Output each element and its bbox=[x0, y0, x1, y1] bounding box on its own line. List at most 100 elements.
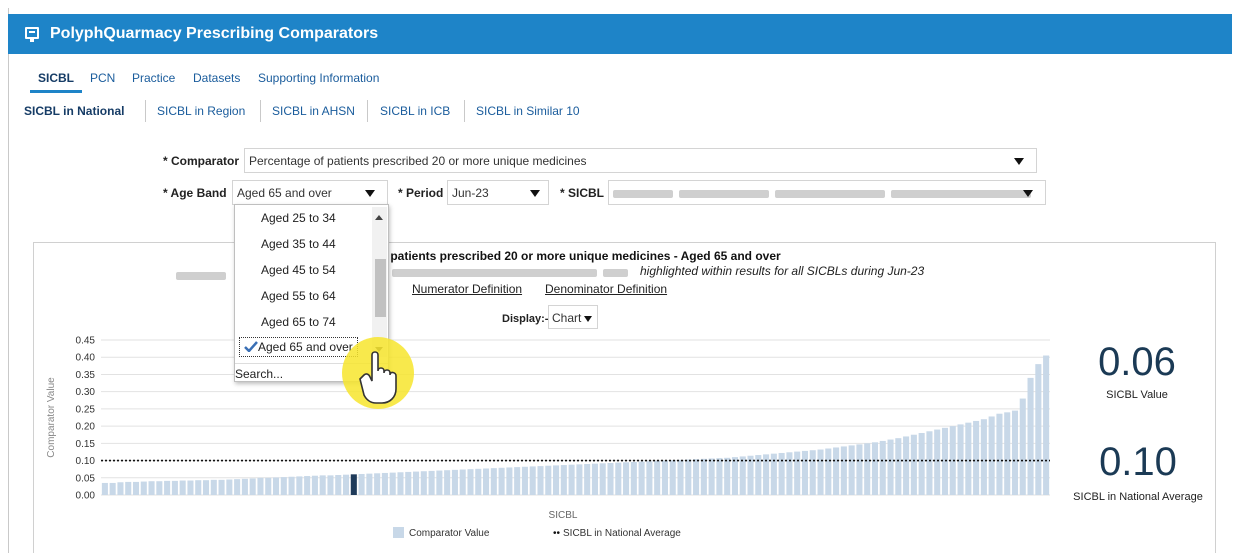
bar bbox=[428, 470, 435, 495]
bar bbox=[973, 420, 980, 495]
denominator-definition-link[interactable]: Denominator Definition bbox=[545, 282, 667, 296]
tab-practice[interactable]: Practice bbox=[132, 71, 175, 85]
bar bbox=[132, 481, 140, 495]
bar bbox=[988, 416, 995, 495]
comparator-bar-chart: 0.00 0.05 0.10 0.15 0.20 0.25 0.30 0.35 0.40 0.45… bbox=[46, 336, 1050, 539]
active-tab-indicator bbox=[30, 90, 82, 93]
tab-pcn[interactable]: PCN bbox=[90, 71, 115, 85]
y-tick-label: 0.00 bbox=[76, 491, 96, 502]
y-tick-label: 0.40 bbox=[76, 353, 96, 364]
bar bbox=[1027, 377, 1034, 495]
bar bbox=[910, 434, 917, 495]
bar bbox=[677, 459, 684, 495]
bar bbox=[739, 456, 746, 495]
bar bbox=[864, 443, 871, 495]
presentation-icon bbox=[25, 27, 39, 42]
bar bbox=[202, 480, 210, 495]
bar bbox=[560, 465, 567, 495]
bar bbox=[304, 476, 311, 495]
bar bbox=[630, 461, 637, 495]
display-label: Display:- bbox=[502, 313, 549, 325]
divider bbox=[260, 100, 261, 122]
bar bbox=[599, 463, 606, 495]
bar bbox=[265, 477, 272, 495]
subtab-sicbl-in-ahsn[interactable]: SICBL in AHSN bbox=[272, 104, 355, 118]
bar bbox=[389, 472, 396, 495]
bar bbox=[918, 433, 925, 495]
bar bbox=[374, 473, 381, 495]
sicbl-label: * SICBL bbox=[560, 186, 605, 200]
legend-swatch-line: •• bbox=[553, 528, 561, 539]
tab-sicbl[interactable]: SICBL bbox=[38, 71, 74, 85]
age-band-option[interactable]: Aged 25 to 34 bbox=[261, 211, 336, 225]
bar bbox=[272, 477, 280, 495]
legend-label: SICBL in National Average bbox=[563, 528, 681, 539]
app-header: PolyphQuarmacy Prescribing Comparators bbox=[8, 14, 1232, 54]
age-band-option[interactable]: Aged 65 to 74 bbox=[261, 315, 336, 329]
subtab-sicbl-in-region[interactable]: SICBL in Region bbox=[157, 104, 245, 118]
bar bbox=[288, 476, 295, 495]
bar bbox=[553, 465, 560, 495]
bar bbox=[358, 473, 365, 495]
age-band-option[interactable]: Aged 35 to 44 bbox=[261, 237, 336, 251]
bar bbox=[669, 460, 676, 495]
age-band-option[interactable]: Aged 55 to 64 bbox=[261, 289, 336, 303]
bar bbox=[444, 470, 451, 495]
bar bbox=[794, 451, 801, 495]
scroll-up-icon[interactable] bbox=[375, 215, 383, 220]
bar bbox=[506, 467, 513, 495]
bar bbox=[778, 452, 785, 495]
bar bbox=[825, 448, 832, 495]
bar bbox=[871, 442, 879, 495]
bar bbox=[576, 464, 583, 495]
bar bbox=[786, 452, 793, 495]
sicbl-select[interactable] bbox=[608, 180, 1046, 205]
age-band-option[interactable]: Aged 45 to 54 bbox=[261, 263, 336, 277]
bar bbox=[568, 464, 575, 495]
subtab-sicbl-in-similar-10[interactable]: SICBL in Similar 10 bbox=[476, 104, 580, 118]
display-select[interactable]: Chart bbox=[548, 305, 598, 329]
period-select[interactable]: Jun-23 bbox=[447, 180, 549, 205]
bar bbox=[724, 457, 731, 495]
bar bbox=[817, 449, 824, 495]
bar bbox=[654, 460, 661, 495]
comparator-value: Percentage of patients prescribed 20 or … bbox=[249, 154, 587, 168]
bar bbox=[903, 436, 910, 495]
bar bbox=[451, 469, 458, 495]
bar bbox=[210, 479, 217, 495]
bar bbox=[693, 459, 700, 495]
numerator-definition-link[interactable]: Numerator Definition bbox=[412, 282, 522, 296]
app-title: PolyphQuarmacy Prescribing Comparators bbox=[50, 25, 379, 42]
subtab-sicbl-in-national[interactable]: SICBL in National bbox=[24, 104, 124, 118]
bar bbox=[708, 458, 715, 495]
highlighted-bar bbox=[350, 474, 357, 495]
bar bbox=[514, 467, 521, 495]
tab-supporting-information[interactable]: Supporting Information bbox=[258, 71, 379, 85]
scrollbar-thumb[interactable] bbox=[375, 259, 386, 317]
tab-datasets[interactable]: Datasets bbox=[193, 71, 240, 85]
chevron-down-icon bbox=[584, 316, 592, 322]
bar bbox=[833, 447, 840, 495]
y-tick-label: 0.25 bbox=[76, 404, 96, 415]
bar bbox=[879, 440, 886, 495]
bar bbox=[436, 470, 443, 495]
bar bbox=[1011, 410, 1019, 495]
chevron-down-icon bbox=[1023, 190, 1033, 197]
age-band-value: Aged 65 and over bbox=[237, 186, 332, 200]
bar bbox=[716, 458, 723, 495]
bar bbox=[809, 450, 816, 495]
bar bbox=[140, 481, 147, 495]
chart-title: f patients prescribed 20 or more unique … bbox=[383, 249, 781, 263]
bar bbox=[584, 464, 591, 495]
bar bbox=[529, 466, 536, 495]
bar bbox=[887, 439, 894, 495]
bar bbox=[467, 469, 474, 495]
subtab-sicbl-in-icb[interactable]: SICBL in ICB bbox=[380, 104, 450, 118]
comparator-select[interactable]: Percentage of patients prescribed 20 or … bbox=[244, 148, 1037, 173]
age-band-select[interactable]: Aged 65 and over bbox=[232, 180, 388, 205]
bar bbox=[241, 478, 248, 495]
bar bbox=[101, 482, 108, 495]
legend-label: Comparator Value bbox=[409, 528, 490, 539]
redacted-text bbox=[176, 267, 232, 285]
bar bbox=[335, 475, 342, 495]
